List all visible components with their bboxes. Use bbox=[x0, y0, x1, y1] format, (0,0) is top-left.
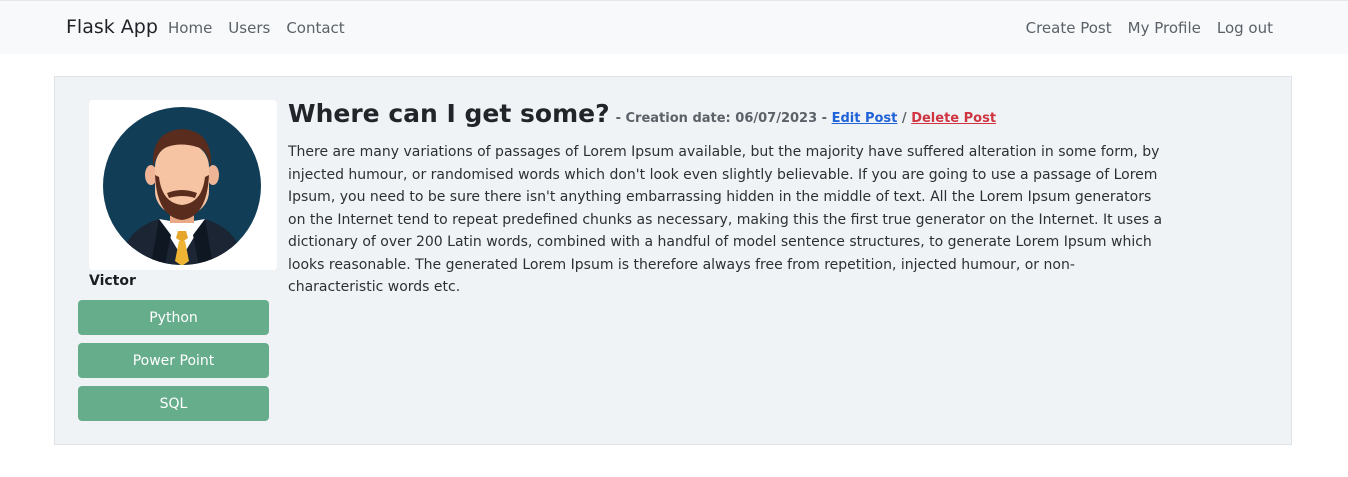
edit-post-link[interactable]: Edit Post bbox=[832, 111, 898, 126]
author-avatar bbox=[89, 100, 277, 270]
nav-link-create-post[interactable]: Create Post bbox=[1026, 19, 1112, 37]
post-header: Where can I get some? - Creation date: 0… bbox=[288, 99, 996, 128]
brand-link[interactable]: Flask App bbox=[66, 16, 158, 38]
nav-link-my-profile[interactable]: My Profile bbox=[1128, 19, 1201, 37]
tag-button-power-point[interactable]: Power Point bbox=[78, 343, 269, 378]
nav-link-contact[interactable]: Contact bbox=[286, 19, 344, 37]
businessman-avatar-icon bbox=[103, 107, 261, 265]
tag-button-sql[interactable]: SQL bbox=[78, 386, 269, 421]
navbar: Flask App Home Users Contact Create Post… bbox=[0, 0, 1348, 54]
post-card: Victor Python Power Point SQL Where can … bbox=[54, 76, 1292, 445]
post-body: There are many variations of passages of… bbox=[288, 144, 1163, 295]
delete-post-link[interactable]: Delete Post bbox=[911, 111, 996, 126]
tag-button-python[interactable]: Python bbox=[78, 300, 269, 335]
nav-right: Create Post My Profile Log out bbox=[1026, 19, 1273, 37]
nav-link-log-out[interactable]: Log out bbox=[1217, 19, 1273, 37]
creation-date: - Creation date: 06/07/2023 - bbox=[615, 111, 828, 126]
author-name: Victor bbox=[89, 273, 136, 289]
nav-link-home[interactable]: Home bbox=[168, 19, 212, 37]
nav-left: Home Users Contact bbox=[168, 19, 345, 37]
nav-link-users[interactable]: Users bbox=[228, 19, 270, 37]
post-title: Where can I get some? bbox=[288, 99, 610, 128]
skill-tag-list: Python Power Point SQL bbox=[78, 300, 269, 421]
